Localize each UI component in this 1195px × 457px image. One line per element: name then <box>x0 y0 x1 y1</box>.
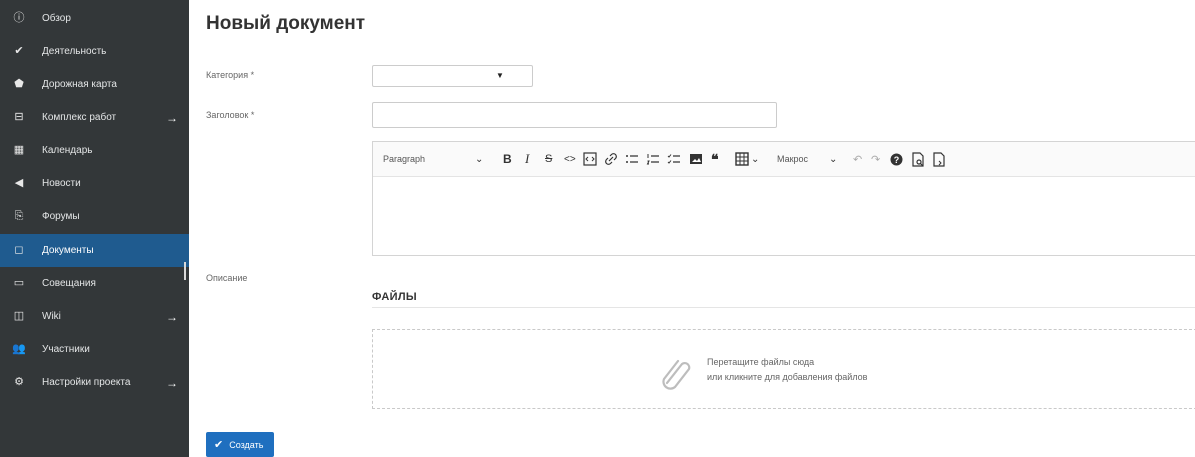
sidebar-item-members[interactable]: 👥 Участники <box>0 333 189 366</box>
files-divider <box>372 307 1195 308</box>
sidebar-item-wiki[interactable]: ◫ Wiki → <box>0 300 189 333</box>
sidebar-item-work-packages[interactable]: ⊟ Комплекс работ → <box>0 101 189 134</box>
sidebar-scrollbar[interactable] <box>184 262 186 280</box>
sidebar-item-label: Обзор <box>42 13 71 24</box>
sidebar-item-label: Участники <box>42 344 90 355</box>
roadmap-icon: ⬟ <box>14 78 24 90</box>
category-label: Категория * <box>206 70 255 80</box>
sidebar-item-label: Форумы <box>42 211 80 222</box>
chevron-down-icon[interactable]: ⌄ <box>475 151 483 167</box>
wiki-icon: ◫ <box>13 310 25 322</box>
sidebar-item-roadmap[interactable]: ⬟ Дорожная карта <box>0 68 189 101</box>
help-icon[interactable]: ? <box>890 151 903 167</box>
sidebar: ⓘ Обзор ✔ Деятельность ⬟ Дорожная карта … <box>0 0 189 457</box>
description-label: Описание <box>206 273 248 283</box>
preview-icon[interactable] <box>911 151 925 167</box>
editor-toolbar: Paragraph ⌄ B I S <> ❝ ⌄ Макрос ⌄ ↶ ↷ ? <box>373 142 1195 177</box>
arrow-right-icon[interactable]: → <box>166 111 178 125</box>
paragraph-format-select[interactable]: Paragraph <box>383 151 425 167</box>
check-icon: ✔ <box>214 439 224 451</box>
news-icon: ◀ <box>14 177 24 189</box>
meeting-icon: ▭ <box>13 277 25 289</box>
arrow-right-icon[interactable]: → <box>166 376 178 390</box>
sidebar-item-label: Дорожная карта <box>42 79 117 90</box>
category-select[interactable]: ▼ <box>372 65 533 87</box>
sidebar-item-label: Wiki <box>42 311 61 322</box>
dropzone-instruction: Перетащите файлы сюда <box>707 357 815 367</box>
create-button[interactable]: ✔ Создать <box>206 432 274 457</box>
macro-select[interactable]: Макрос <box>777 151 808 167</box>
link-icon[interactable] <box>604 151 618 167</box>
sidebar-item-calendar[interactable]: ▦ Календарь <box>0 134 189 167</box>
task-list-icon[interactable] <box>667 151 681 167</box>
sidebar-item-news[interactable]: ◀ Новости <box>0 167 189 200</box>
italic-button[interactable]: I <box>525 151 529 167</box>
forum-icon: ⎘ <box>14 210 24 222</box>
sidebar-item-label: Комплекс работ <box>42 112 117 123</box>
arrow-right-icon[interactable]: → <box>166 310 178 324</box>
description-editor: Paragraph ⌄ B I S <> ❝ ⌄ Макрос ⌄ ↶ ↷ ? <box>372 141 1195 256</box>
sidebar-item-meetings[interactable]: ▭ Совещания <box>0 267 189 300</box>
table-icon[interactable] <box>735 151 749 167</box>
sidebar-item-label: Совещания <box>42 278 96 289</box>
settings-icon: ⚙ <box>14 376 24 388</box>
sidebar-item-project-settings[interactable]: ⚙ Настройки проекта → <box>0 366 189 399</box>
work-package-icon: ⊟ <box>14 111 24 123</box>
info-icon: ⓘ <box>13 12 25 24</box>
members-icon: 👥 <box>12 343 26 355</box>
title-input[interactable] <box>372 102 777 128</box>
sidebar-item-documents[interactable]: ◻ Документы <box>0 234 189 267</box>
code-block-icon[interactable] <box>583 151 597 167</box>
code-button[interactable]: <> <box>564 151 576 167</box>
numbered-list-icon[interactable] <box>646 151 660 167</box>
redo-icon[interactable]: ↷ <box>871 151 880 167</box>
file-dropzone[interactable]: Перетащите файлы сюда или кликните для д… <box>372 329 1195 409</box>
title-label: Заголовок * <box>206 110 255 120</box>
source-icon[interactable] <box>932 151 946 167</box>
sidebar-item-label: Деятельность <box>42 46 107 57</box>
sidebar-item-forums[interactable]: ⎘ Форумы <box>0 200 189 233</box>
page-title: Новый документ <box>206 13 366 34</box>
chevron-down-icon[interactable]: ⌄ <box>751 151 759 167</box>
sidebar-item-label: Документы <box>42 245 94 256</box>
caret-down-icon: ▼ <box>496 71 504 80</box>
sidebar-item-activity[interactable]: ✔ Деятельность <box>0 35 189 68</box>
check-icon: ✔ <box>14 45 24 57</box>
bold-button[interactable]: B <box>503 151 512 167</box>
sidebar-item-label: Настройки проекта <box>42 377 131 388</box>
image-icon[interactable] <box>689 151 703 167</box>
bulleted-list-icon[interactable] <box>625 151 639 167</box>
document-icon: ◻ <box>14 244 24 256</box>
strikethrough-button[interactable]: S <box>545 151 552 167</box>
paperclip-icon <box>655 352 695 397</box>
quote-icon[interactable]: ❝ <box>711 151 719 167</box>
sidebar-item-label: Новости <box>42 178 81 189</box>
undo-icon[interactable]: ↶ <box>853 151 862 167</box>
create-button-label: Создать <box>229 439 264 450</box>
chevron-down-icon[interactable]: ⌄ <box>829 151 837 167</box>
dropzone-instruction-secondary: или кликните для добавления файлов <box>707 372 868 382</box>
sidebar-item-label: Календарь <box>42 145 93 156</box>
calendar-icon: ▦ <box>13 144 25 156</box>
svg-text:?: ? <box>894 154 900 164</box>
editor-content-area[interactable] <box>373 177 1195 255</box>
sidebar-item-overview[interactable]: ⓘ Обзор <box>0 2 189 35</box>
files-heading: ФАЙЛЫ <box>372 291 417 303</box>
